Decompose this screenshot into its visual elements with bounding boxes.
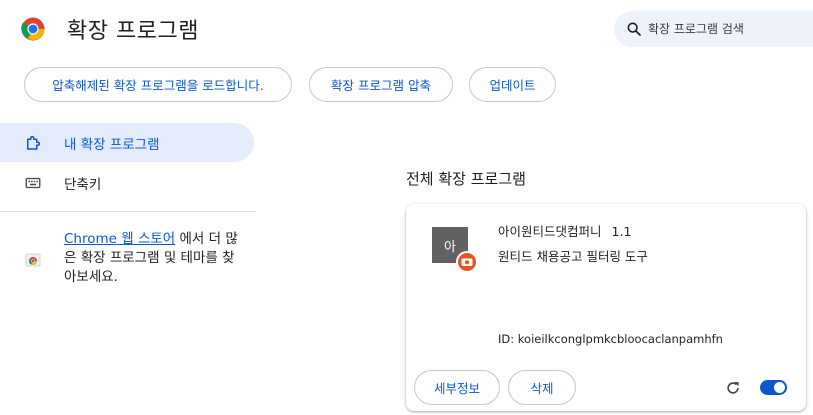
enable-toggle[interactable] — [760, 380, 787, 395]
extensions-page: 확장 프로그램 압축해제된 확장 프로그램을 로드합니다. 확장 프로그램 압축… — [0, 0, 813, 415]
extension-name-text: 아이원티드댓컴퍼니 — [498, 224, 602, 239]
unpacked-badge-icon — [456, 251, 478, 273]
page-title: 확장 프로그램 — [67, 19, 199, 44]
webstore-promo: Chrome 웹 스토어 에서 더 많은 확장 프로그램 및 테마를 찾아보세요… — [64, 230, 244, 287]
pack-extension-button[interactable]: 확장 프로그램 압축 — [309, 67, 453, 102]
update-button[interactable]: 업데이트 — [469, 67, 556, 102]
keyboard-icon — [25, 177, 41, 188]
extension-card: 아 아이원티드댓컴퍼니 1.1 원티드 채용공고 필터링 도구 ID: koiei… — [406, 204, 806, 411]
reload-icon[interactable] — [724, 379, 742, 397]
sidebar-item-my-extensions[interactable]: 내 확장 프로그램 — [0, 123, 254, 162]
webstore-link[interactable]: Chrome 웹 스토어 — [64, 231, 175, 247]
extension-description: 원티드 채용공고 필터링 도구 — [498, 249, 648, 264]
puzzle-icon — [27, 135, 41, 150]
search-box[interactable] — [614, 11, 813, 47]
extension-id: ID: koieilkconglpmkcbloocaclanpamhfn — [498, 332, 723, 346]
sidebar-item-shortcuts[interactable]: 단축키 — [0, 163, 254, 202]
toggle-knob — [774, 382, 785, 393]
webstore-icon — [25, 253, 41, 267]
extension-version: 1.1 — [611, 224, 632, 239]
search-input[interactable] — [648, 22, 808, 36]
search-icon — [627, 22, 641, 36]
load-unpacked-button[interactable]: 압축해제된 확장 프로그램을 로드합니다. — [24, 67, 292, 102]
sidebar-item-label: 단축키 — [64, 176, 102, 193]
section-title: 전체 확장 프로그램 — [406, 170, 526, 188]
remove-button[interactable]: 삭제 — [508, 370, 576, 405]
sidebar-divider — [0, 211, 256, 212]
chrome-logo-icon — [21, 17, 45, 41]
extension-name: 아이원티드댓컴퍼니 1.1 — [498, 221, 631, 240]
details-button[interactable]: 세부정보 — [414, 370, 500, 405]
sidebar-item-label: 내 확장 프로그램 — [64, 136, 160, 153]
